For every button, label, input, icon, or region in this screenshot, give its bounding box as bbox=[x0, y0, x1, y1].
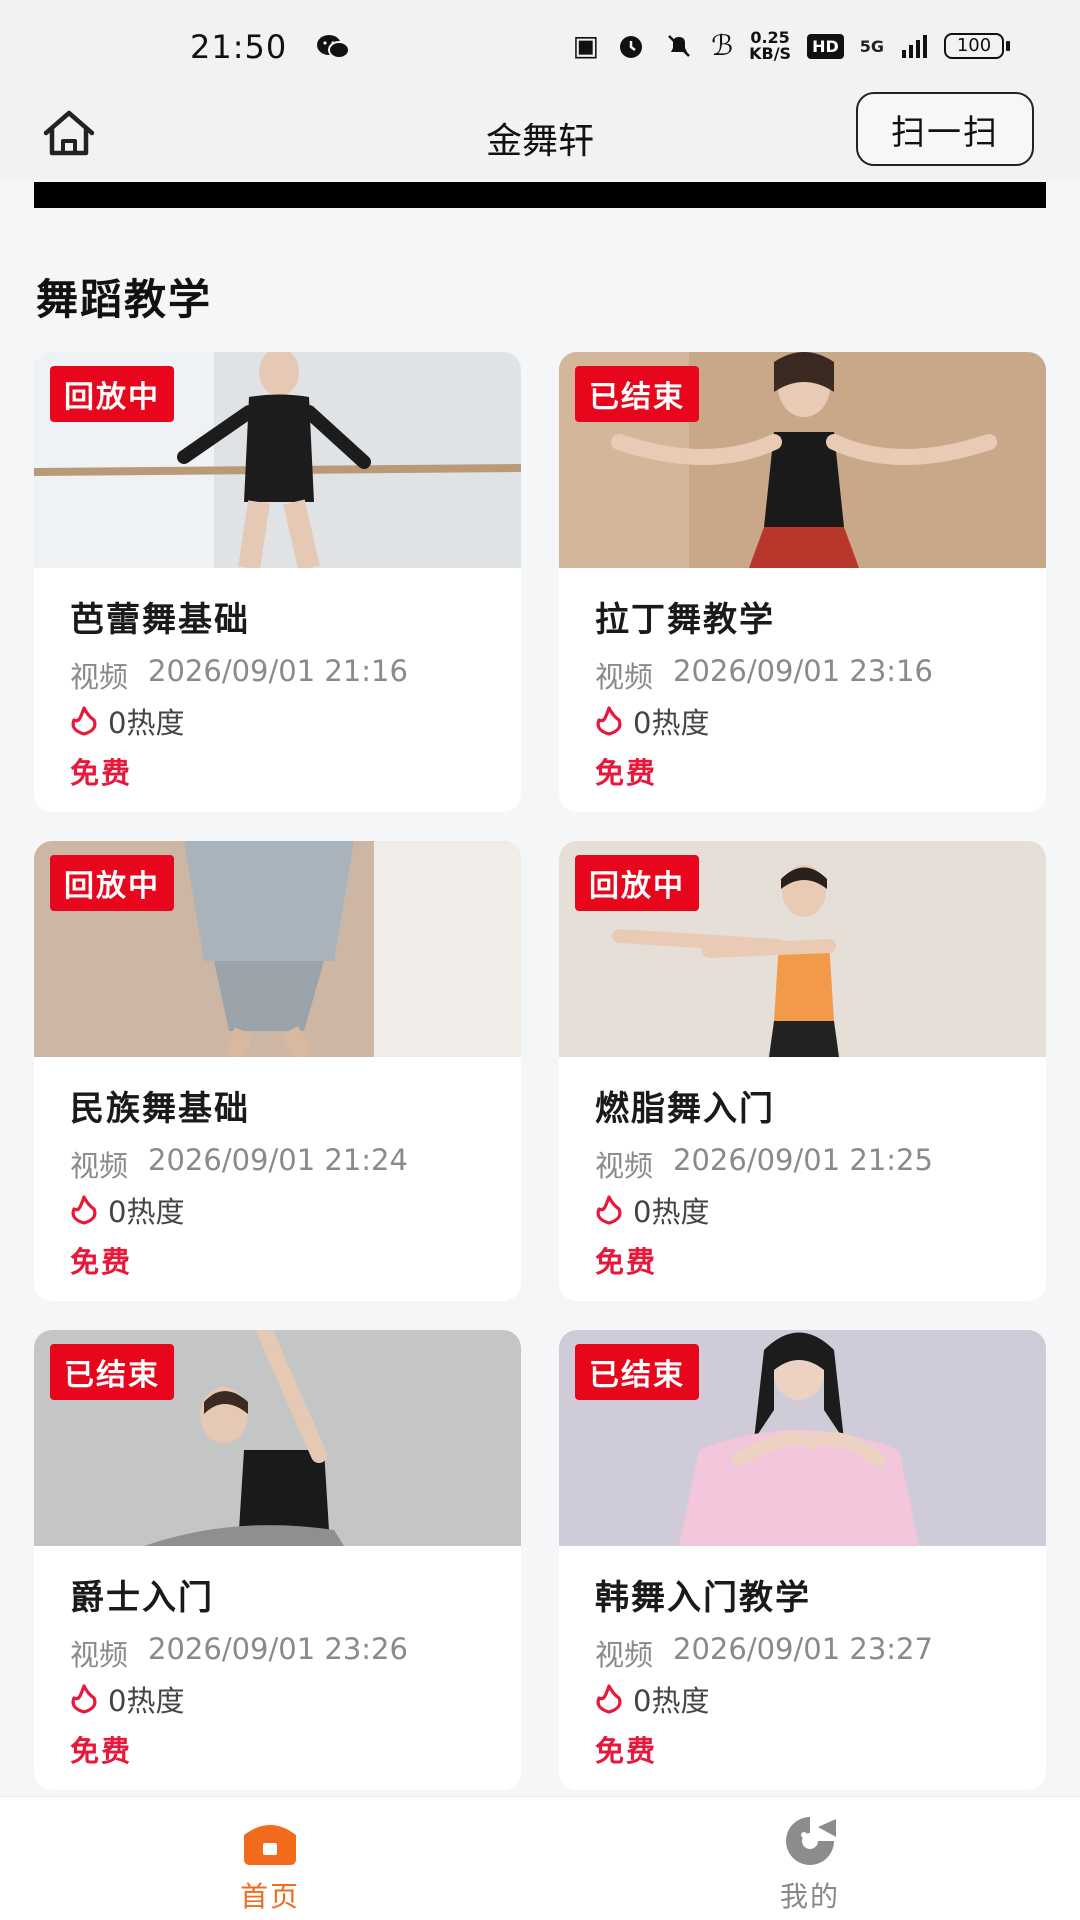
heat-value: 0热度 bbox=[633, 1684, 710, 1718]
nfc-icon: ▣ bbox=[572, 29, 600, 62]
speed-unit: KB/S bbox=[749, 44, 792, 63]
course-meta: 视频 2026/09/01 21:16 bbox=[70, 654, 408, 696]
course-type: 视频 bbox=[595, 1149, 654, 1183]
status-badge: 已结束 bbox=[575, 366, 699, 422]
status-badge: 回放中 bbox=[50, 855, 174, 911]
course-meta: 视频 2026/09/01 21:25 bbox=[595, 1143, 933, 1185]
course-heat: 0热度 bbox=[595, 1678, 709, 1720]
course-title: 爵士入门 bbox=[70, 1578, 214, 1618]
status-badge: 已结束 bbox=[50, 1344, 174, 1400]
course-time: 2026/09/01 23:16 bbox=[673, 654, 933, 688]
course-meta: 视频 2026/09/01 23:26 bbox=[70, 1632, 408, 1674]
course-time: 2026/09/01 21:25 bbox=[673, 1143, 933, 1177]
course-title: 民族舞基础 bbox=[70, 1089, 250, 1129]
flame-icon bbox=[596, 1195, 622, 1225]
network-type: 5G bbox=[859, 36, 884, 56]
course-meta: 视频 2026/09/01 23:27 bbox=[595, 1632, 933, 1674]
course-card[interactable]: 回放中 燃脂舞入门 视频 2026/09/01 21:25 0热度 免费 bbox=[559, 841, 1046, 1301]
flame-icon bbox=[596, 1684, 622, 1714]
wechat-icon bbox=[317, 35, 350, 59]
course-type: 视频 bbox=[70, 660, 129, 694]
alarm-icon bbox=[620, 36, 643, 58]
course-type: 视频 bbox=[70, 1149, 129, 1183]
status-badge: 回放中 bbox=[50, 366, 174, 422]
battery-tip bbox=[1006, 41, 1010, 51]
course-title: 芭蕾舞基础 bbox=[70, 600, 250, 640]
course-heat: 0热度 bbox=[70, 700, 184, 742]
course-thumbnail: 已结束 bbox=[34, 1330, 521, 1546]
course-time: 2026/09/01 23:26 bbox=[148, 1632, 408, 1666]
course-heat: 0热度 bbox=[595, 700, 709, 742]
heat-value: 0热度 bbox=[633, 706, 710, 740]
section-title: 舞蹈教学 bbox=[36, 275, 213, 324]
course-type: 视频 bbox=[70, 1638, 129, 1672]
network-speed: 0.25 KB/S bbox=[749, 30, 791, 62]
course-card[interactable]: 已结束 拉丁舞教学 视频 2026/09/01 23:16 0热度 免费 bbox=[559, 352, 1046, 812]
course-card[interactable]: 已结束 爵士入门 视频 2026/09/01 23:26 0热度 免费 bbox=[34, 1330, 521, 1790]
course-thumbnail: 回放中 bbox=[34, 841, 521, 1057]
flame-icon bbox=[71, 706, 97, 736]
heat-value: 0热度 bbox=[108, 706, 185, 740]
course-thumbnail: 回放中 bbox=[559, 841, 1046, 1057]
course-time: 2026/09/01 23:27 bbox=[673, 1632, 933, 1666]
course-card[interactable]: 回放中 芭蕾舞基础 视频 2026/09/01 21:16 0热度 免费 bbox=[34, 352, 521, 812]
course-heat: 0热度 bbox=[70, 1189, 184, 1231]
course-price: 免费 bbox=[595, 1734, 658, 1768]
status-bar: 21:50 ▣ ℬ 0.25 KB/S HD 5G 100 bbox=[0, 0, 1080, 90]
mute-bell-icon bbox=[668, 35, 690, 57]
home-tab-icon bbox=[244, 1825, 296, 1865]
bottom-nav: 首页 我的 bbox=[0, 1796, 1080, 1920]
app-header: 金舞轩 扫一扫 bbox=[0, 90, 1080, 180]
course-heat: 0热度 bbox=[595, 1189, 709, 1231]
course-type: 视频 bbox=[595, 1638, 654, 1672]
status-icons: ▣ ℬ 0.25 KB/S HD 5G 100 bbox=[573, 26, 1010, 66]
nav-home-label: 首页 bbox=[239, 1880, 300, 1913]
flame-icon bbox=[71, 1684, 97, 1714]
nav-home[interactable]: 首页 bbox=[0, 1797, 540, 1920]
course-meta: 视频 2026/09/01 21:24 bbox=[70, 1143, 408, 1185]
status-badge: 回放中 bbox=[575, 855, 699, 911]
course-title: 韩舞入门教学 bbox=[595, 1578, 811, 1618]
course-title: 拉丁舞教学 bbox=[595, 600, 775, 640]
flame-icon bbox=[596, 706, 622, 736]
nav-mine[interactable]: 我的 bbox=[540, 1797, 1080, 1920]
profile-tab-icon bbox=[786, 1817, 836, 1865]
banner[interactable] bbox=[34, 182, 1046, 208]
course-price: 免费 bbox=[70, 1245, 133, 1279]
course-price: 免费 bbox=[70, 756, 133, 790]
course-price: 免费 bbox=[595, 756, 658, 790]
course-thumbnail: 已结束 bbox=[559, 1330, 1046, 1546]
heat-value: 0热度 bbox=[108, 1195, 185, 1229]
course-thumbnail: 回放中 bbox=[34, 352, 521, 568]
heat-value: 0热度 bbox=[108, 1684, 185, 1718]
flame-icon bbox=[71, 1195, 97, 1225]
signal-icon bbox=[902, 35, 927, 58]
course-thumbnail: 已结束 bbox=[559, 352, 1046, 568]
hd-badge: HD bbox=[807, 33, 844, 59]
status-badge: 已结束 bbox=[575, 1344, 699, 1400]
course-title: 燃脂舞入门 bbox=[595, 1089, 775, 1129]
battery-indicator: 100 bbox=[944, 33, 1010, 59]
course-card[interactable]: 已结束 韩舞入门教学 视频 2026/09/01 23:27 0热度 免费 bbox=[559, 1330, 1046, 1790]
course-meta: 视频 2026/09/01 23:16 bbox=[595, 654, 933, 696]
nav-mine-label: 我的 bbox=[779, 1880, 840, 1913]
status-time: 21:50 bbox=[190, 28, 288, 66]
course-price: 免费 bbox=[70, 1734, 133, 1768]
course-time: 2026/09/01 21:24 bbox=[148, 1143, 408, 1177]
bluetooth-icon: ℬ bbox=[711, 29, 734, 62]
course-heat: 0热度 bbox=[70, 1678, 184, 1720]
course-price: 免费 bbox=[595, 1245, 658, 1279]
course-time: 2026/09/01 21:16 bbox=[148, 654, 408, 688]
course-grid: 回放中 芭蕾舞基础 视频 2026/09/01 21:16 0热度 免费 已结束… bbox=[34, 352, 1046, 1790]
course-card[interactable]: 回放中 民族舞基础 视频 2026/09/01 21:24 0热度 免费 bbox=[34, 841, 521, 1301]
scan-button[interactable]: 扫一扫 bbox=[856, 92, 1034, 166]
course-type: 视频 bbox=[595, 660, 654, 694]
heat-value: 0热度 bbox=[633, 1195, 710, 1229]
battery-level: 100 bbox=[944, 33, 1004, 59]
